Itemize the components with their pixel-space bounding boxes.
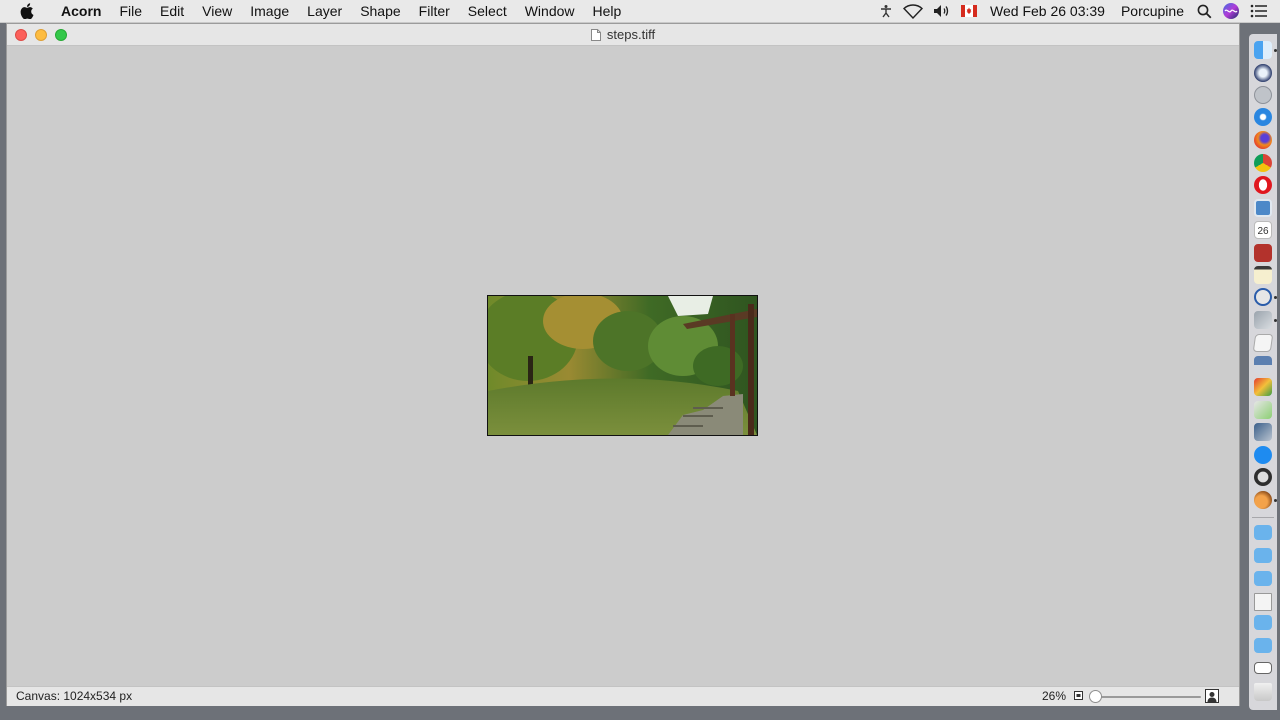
running-indicator	[1274, 296, 1277, 299]
trash-icon[interactable]	[1254, 683, 1272, 701]
image-editor-icon[interactable]	[1254, 423, 1272, 441]
folder-icon[interactable]	[1254, 638, 1272, 653]
menu-file[interactable]: File	[110, 0, 151, 22]
zoom-out-icon[interactable]	[1074, 691, 1083, 700]
status-bar: Canvas: 1024x534 px 26%	[7, 686, 1239, 706]
document-window: steps.tiff Canvas: 1024x534 px 26%	[7, 24, 1239, 706]
user-name[interactable]: Porcupine	[1121, 3, 1184, 19]
zoom-slider-track[interactable]	[1093, 696, 1201, 698]
menu-select[interactable]: Select	[459, 0, 516, 22]
dock-separator	[1252, 517, 1274, 518]
document-stack-icon[interactable]	[1254, 593, 1272, 611]
image-capture-icon[interactable]	[1254, 311, 1272, 329]
opera-icon[interactable]	[1254, 176, 1272, 194]
running-indicator	[1274, 49, 1277, 52]
status-area: Wed Feb 26 03:39 Porcupine	[874, 0, 1280, 22]
folder-icon[interactable]	[1254, 615, 1272, 630]
menu-app-name[interactable]: Acorn	[52, 0, 110, 22]
scanner-icon[interactable]	[1254, 356, 1272, 374]
chrome-icon[interactable]	[1254, 154, 1272, 172]
safari-icon[interactable]	[1254, 108, 1272, 126]
photos-icon[interactable]	[1254, 64, 1272, 82]
folder-icon[interactable]	[1254, 548, 1272, 563]
canvas-size-label: Canvas: 1024x534 px	[16, 689, 133, 703]
dictionary-icon[interactable]	[1254, 244, 1272, 262]
launchpad-icon[interactable]	[1254, 86, 1272, 104]
accessibility-icon[interactable]	[879, 0, 893, 22]
clock[interactable]: Wed Feb 26 03:39	[990, 3, 1105, 19]
apple-menu-icon[interactable]	[18, 0, 36, 22]
zoom-slider-knob[interactable]	[1089, 690, 1102, 703]
flag-canada-icon[interactable]	[961, 0, 978, 22]
document-icon	[590, 28, 601, 41]
keyboard-icon[interactable]	[1254, 662, 1272, 674]
paint-icon[interactable]	[1254, 378, 1272, 396]
menu-layer[interactable]: Layer	[298, 0, 351, 22]
menu-window[interactable]: Window	[516, 0, 584, 22]
dock: 26	[1249, 34, 1277, 710]
window-title-text: steps.tiff	[606, 27, 656, 42]
document-image[interactable]	[478, 291, 758, 436]
notes-icon[interactable]	[1254, 266, 1272, 284]
menu-bar: Acorn File Edit View Image Layer Shape F…	[0, 0, 1280, 23]
window-title: steps.tiff	[7, 24, 1239, 45]
running-indicator	[1274, 499, 1277, 502]
time-machine-icon[interactable]	[1254, 468, 1272, 486]
preview-icon[interactable]	[1254, 199, 1272, 217]
firefox-icon[interactable]	[1254, 131, 1272, 149]
notification-center-icon[interactable]	[1250, 0, 1268, 22]
textedit-icon[interactable]	[1252, 334, 1274, 352]
title-bar[interactable]: steps.tiff	[7, 24, 1239, 46]
bbedit-icon[interactable]	[1254, 288, 1272, 306]
menu-help[interactable]: Help	[584, 0, 631, 22]
menu-edit[interactable]: Edit	[151, 0, 193, 22]
app-store-icon[interactable]	[1254, 446, 1272, 464]
spotlight-search-icon[interactable]	[1197, 0, 1212, 22]
folder-icon[interactable]	[1254, 525, 1272, 540]
menu-shape[interactable]: Shape	[351, 0, 409, 22]
zoom-level: 26%	[1042, 689, 1067, 703]
folder-icon[interactable]	[1254, 571, 1272, 586]
finder-icon[interactable]	[1254, 41, 1272, 59]
canvas-area[interactable]	[7, 46, 1239, 686]
siri-icon[interactable]	[1222, 0, 1240, 22]
zoom-in-icon[interactable]	[1205, 689, 1219, 703]
menu-filter[interactable]: Filter	[410, 0, 459, 22]
garden-photo	[478, 291, 757, 435]
calendar-icon[interactable]: 26	[1254, 221, 1272, 239]
volume-icon[interactable]	[933, 0, 951, 22]
acorn-icon[interactable]	[1254, 491, 1272, 509]
running-indicator	[1274, 319, 1277, 322]
photo-browser-icon[interactable]	[1254, 401, 1272, 419]
menu-view[interactable]: View	[193, 0, 241, 22]
menu-image[interactable]: Image	[241, 0, 298, 22]
wifi-icon[interactable]	[903, 0, 924, 22]
